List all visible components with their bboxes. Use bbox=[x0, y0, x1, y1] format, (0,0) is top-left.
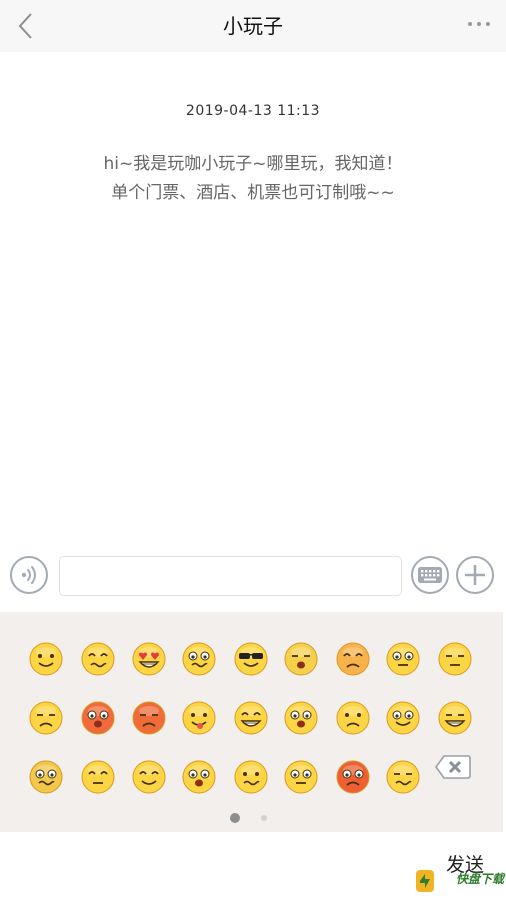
emoji-crying-icon[interactable] bbox=[283, 641, 319, 677]
emoji-laugh-cry-icon[interactable] bbox=[437, 700, 473, 736]
emoji-blush-angry-icon[interactable] bbox=[335, 641, 371, 677]
emoji-shocked-icon[interactable] bbox=[283, 700, 319, 736]
emoji-sleepy-icon[interactable] bbox=[437, 641, 473, 677]
emoji-nauseous-icon[interactable] bbox=[28, 759, 64, 795]
page-dot-active[interactable] bbox=[230, 813, 240, 823]
emoji-starry-eyes-icon[interactable] bbox=[385, 700, 421, 736]
emoji-embarrassed-icon[interactable] bbox=[80, 700, 116, 736]
emoji-sneer-icon[interactable] bbox=[385, 759, 421, 795]
nav-bar: 小玩子 bbox=[0, 0, 506, 52]
emoji-heart-eyes-icon[interactable] bbox=[131, 641, 167, 677]
more-dots-icon[interactable] bbox=[462, 12, 496, 40]
emoji-sunglasses-icon[interactable] bbox=[233, 641, 269, 677]
plus-icon bbox=[465, 565, 485, 585]
page-title: 小玩子 bbox=[223, 14, 283, 38]
emoji-grin-icon[interactable] bbox=[233, 700, 269, 736]
page-dot[interactable] bbox=[261, 815, 267, 821]
welcome-message-line-1: hi~我是玩咖小玩子~哪里玩，我知道！ bbox=[103, 154, 403, 174]
emoji-speechless-icon[interactable] bbox=[385, 641, 421, 677]
message-input[interactable] bbox=[59, 556, 402, 596]
backspace-icon[interactable] bbox=[434, 753, 472, 781]
emoji-woozy-icon[interactable] bbox=[80, 641, 116, 677]
welcome-message-line-2: 单个门票、酒店、机票也可订制哦~~ bbox=[111, 183, 395, 203]
emoji-surprised-icon[interactable] bbox=[181, 759, 217, 795]
page-indicator bbox=[0, 812, 503, 824]
emoji-angry-icon[interactable] bbox=[131, 700, 167, 736]
chevron-left-icon[interactable] bbox=[12, 10, 42, 42]
plus-button[interactable] bbox=[456, 556, 494, 594]
message-timestamp: 2019-04-13 11:13 bbox=[185, 103, 321, 119]
keyboard-icon bbox=[418, 567, 442, 583]
chat-screen: 小玩子 2019-04-13 11:13 hi~我是玩咖小玩子~哪里玩，我知道！… bbox=[0, 0, 506, 900]
emoji-eye-roll-icon[interactable] bbox=[283, 759, 319, 795]
welcome-message: hi~我是玩咖小玩子~哪里玩，我知道！ 单个门票、酒店、机票也可订制哦~~ bbox=[0, 150, 506, 208]
voice-icon bbox=[21, 566, 36, 584]
emoji-tongue-icon[interactable] bbox=[181, 700, 217, 736]
emoji-panel bbox=[0, 612, 503, 832]
voice-button[interactable] bbox=[10, 556, 48, 594]
emoji-thinking-icon[interactable] bbox=[233, 759, 269, 795]
emoji-smile-icon[interactable] bbox=[28, 641, 64, 677]
emoji-cover-mouth-icon[interactable] bbox=[80, 759, 116, 795]
emoji-confused-icon[interactable] bbox=[181, 641, 217, 677]
watermark-text: 快盘下载 bbox=[456, 872, 505, 886]
keyboard-button[interactable] bbox=[411, 556, 449, 594]
emoji-sweat-icon[interactable] bbox=[28, 700, 64, 736]
emoji-shy-icon[interactable] bbox=[131, 759, 167, 795]
emoji-sad-icon[interactable] bbox=[335, 700, 371, 736]
emoji-furious-icon[interactable] bbox=[335, 759, 371, 795]
input-bar bbox=[0, 551, 506, 601]
